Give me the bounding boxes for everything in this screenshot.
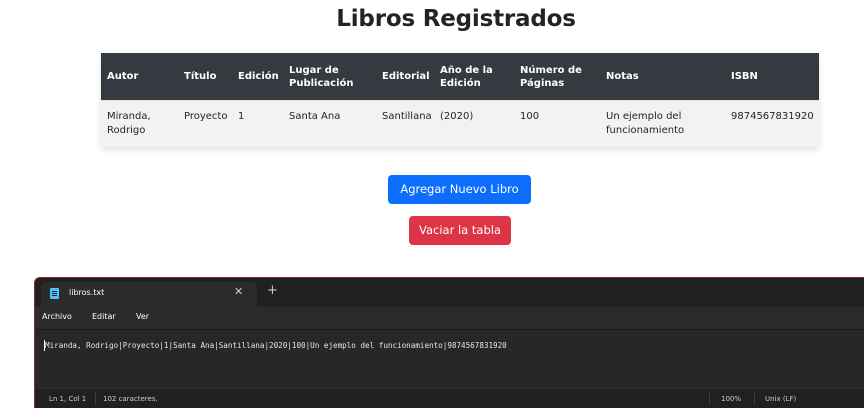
notepad-text-area[interactable]: Miranda, Rodrigo|Proyecto|1|Santa Ana|Sa… <box>35 329 864 388</box>
table-cell-paginas: 100 <box>514 100 600 147</box>
notepad-file-icon <box>50 288 59 299</box>
column-header-isbn: ISBN <box>725 53 819 101</box>
table-cell-autor: Miranda, Rodrigo <box>101 100 178 147</box>
menu-ver[interactable]: Ver <box>136 312 149 321</box>
notepad-window: libros.txt ✕ + Archivo Editar Ver Mirand… <box>34 277 864 408</box>
column-header-notas: Notas <box>600 53 725 101</box>
status-line-ending[interactable]: Unix (LF) <box>765 395 796 403</box>
column-header-edicion: Edición <box>232 53 283 101</box>
status-cursor-position: Ln 1, Col 1 <box>49 395 87 403</box>
column-header-anio: Año de la Edición <box>434 53 514 101</box>
notepad-file-tab[interactable]: libros.txt ✕ <box>41 282 257 307</box>
new-tab-icon[interactable]: + <box>267 283 278 298</box>
status-zoom[interactable]: 100% <box>721 395 741 403</box>
column-header-editorial: Editorial <box>376 53 434 101</box>
table-header-row: Autor Título Edición Lugar de Publicación… <box>101 53 819 101</box>
status-divider <box>95 392 96 405</box>
notepad-titlebar[interactable]: libros.txt ✕ + <box>35 278 864 307</box>
clear-table-button[interactable]: Vaciar la tabla <box>409 216 511 245</box>
table-row: Miranda, Rodrigo Proyecto 1 Santa Ana San… <box>101 100 819 147</box>
table-cell-lugar: Santa Ana <box>283 100 376 147</box>
books-table: Autor Título Edición Lugar de Publicación… <box>101 53 819 147</box>
column-header-lugar: Lugar de Publicación <box>283 53 376 101</box>
page-title: Libros Registrados <box>336 6 576 32</box>
column-header-titulo: Título <box>178 53 232 101</box>
notepad-content: Miranda, Rodrigo|Proyecto|1|Santa Ana|Sa… <box>45 341 507 350</box>
notepad-tab-title: libros.txt <box>69 288 105 297</box>
notepad-menubar: Archivo Editar Ver <box>35 307 864 329</box>
menu-editar[interactable]: Editar <box>92 312 116 321</box>
menu-archivo[interactable]: Archivo <box>42 312 72 321</box>
table-cell-notas: Un ejemplo del funcionamiento <box>600 100 725 147</box>
add-book-button[interactable]: Agregar Nuevo Libro <box>388 175 531 204</box>
status-divider <box>709 392 710 405</box>
table-cell-anio: (2020) <box>434 100 514 147</box>
books-table-container: Autor Título Edición Lugar de Publicación… <box>101 53 819 147</box>
table-cell-edicion: 1 <box>232 100 283 147</box>
close-tab-icon[interactable]: ✕ <box>234 285 243 298</box>
table-cell-titulo: Proyecto <box>178 100 232 147</box>
status-divider <box>754 392 755 405</box>
table-cell-isbn: 9874567831920 <box>725 100 819 147</box>
status-char-count: 102 caracteres. <box>103 395 158 403</box>
notepad-statusbar: Ln 1, Col 1 102 caracteres. 100% Unix (L… <box>35 388 864 408</box>
column-header-paginas: Número de Páginas <box>514 53 600 101</box>
table-cell-editorial: Santillana <box>376 100 434 147</box>
column-header-autor: Autor <box>101 53 178 101</box>
